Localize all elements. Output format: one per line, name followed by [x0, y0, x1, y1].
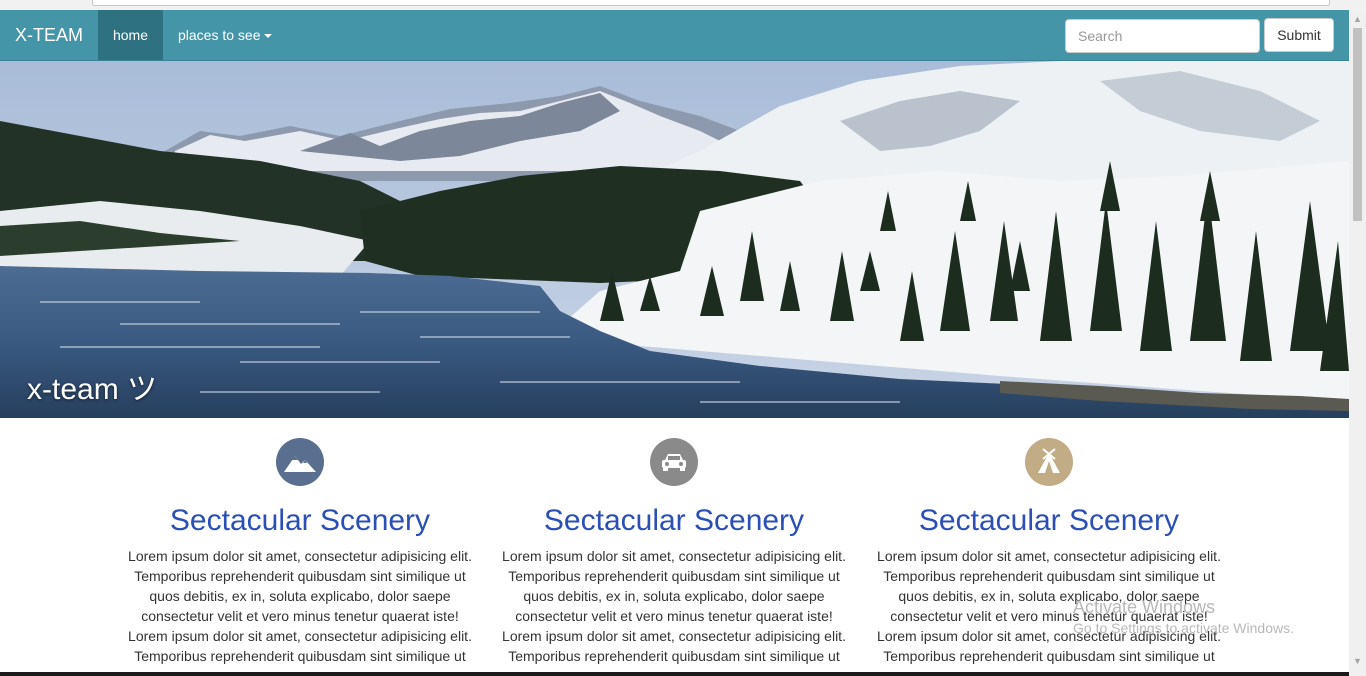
feature-column: Sectacular Scenery Lorem ipsum dolor sit… — [494, 438, 854, 666]
nav-item-places-to-see[interactable]: places to see — [178, 10, 272, 60]
windows-activation-watermark-text: Go to Settings to activate Windows. — [1073, 620, 1294, 636]
feature-text: Lorem ipsum dolor sit amet, consectetur … — [128, 548, 472, 664]
hero-banner: x-team ツ — [0, 61, 1349, 418]
nav-item-places-label: places to see — [178, 27, 261, 43]
feature-title: Sectacular Scenery — [918, 504, 1180, 537]
scroll-up-arrow-icon[interactable]: ▲ — [1349, 14, 1366, 26]
scroll-thumb[interactable] — [1353, 28, 1362, 221]
mountain-icon — [276, 438, 324, 486]
search-input[interactable] — [1065, 19, 1260, 53]
feature-text: Lorem ipsum dolor sit amet, consectetur … — [502, 548, 846, 664]
windows-activation-watermark-title: Activate Windows — [1073, 597, 1216, 617]
navbar: X-TEAM home places to see Submit — [0, 10, 1349, 61]
address-bar[interactable] — [92, 0, 1330, 6]
nav-item-home[interactable]: home — [98, 10, 163, 60]
hero-landscape-image — [0, 61, 1349, 418]
taskbar-edge — [0, 672, 1349, 676]
car-icon — [650, 438, 698, 486]
feature-column: Sectacular Scenery Lorem ipsum dolor sit… — [120, 438, 480, 666]
page-scrollbar[interactable]: ▲ ▼ — [1349, 10, 1366, 676]
hero-caption: x-team ツ — [27, 373, 158, 406]
caret-down-icon — [263, 34, 272, 39]
browser-top-strip — [0, 0, 1366, 10]
scroll-down-arrow-icon[interactable]: ▼ — [1349, 656, 1366, 668]
submit-button[interactable]: Submit — [1264, 18, 1334, 52]
brand-logo[interactable]: X-TEAM — [15, 10, 83, 60]
feature-title: Sectacular Scenery — [169, 504, 431, 537]
tent-icon — [1025, 438, 1073, 486]
feature-title: Sectacular Scenery — [543, 504, 805, 537]
